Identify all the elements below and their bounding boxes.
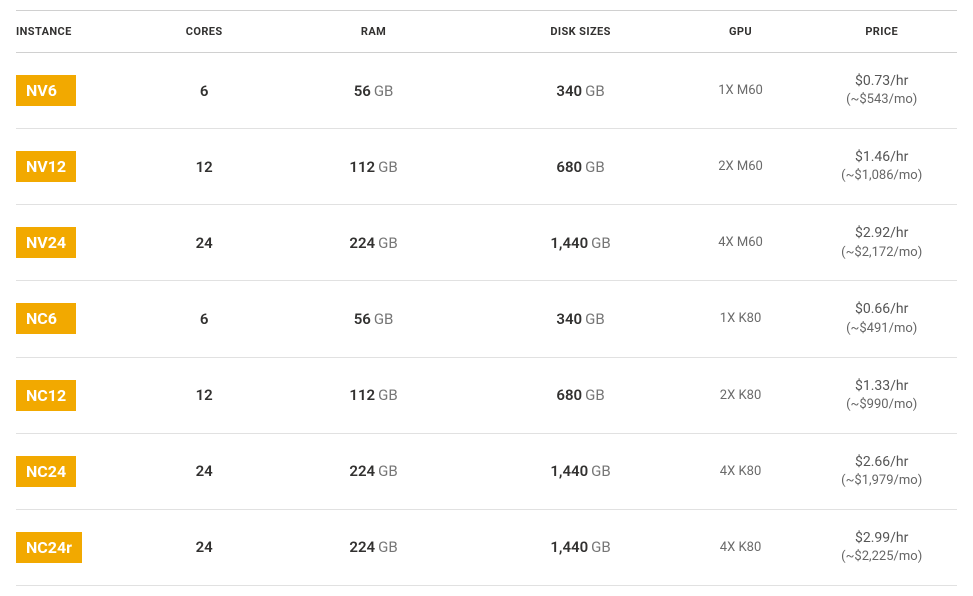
price-monthly: (~$2,225/mo) <box>816 548 947 567</box>
col-header-instance: INSTANCE <box>16 11 148 53</box>
price-monthly: (~$2,172/mo) <box>816 244 947 263</box>
cores-value: 24 <box>196 462 213 480</box>
ram-value: 224 <box>349 234 375 252</box>
disk-value: 340 <box>556 82 582 100</box>
ram-cell: 224GB <box>261 205 487 281</box>
price-monthly: (~$1,979/mo) <box>816 472 947 491</box>
ram-value: 224 <box>349 462 375 480</box>
instance-badge: NV6 <box>16 75 76 106</box>
disk-unit: GB <box>585 158 605 176</box>
gpu-value: 4X M60 <box>675 205 807 281</box>
disk-unit: GB <box>591 462 611 480</box>
ram-value: 56 <box>354 82 371 100</box>
col-header-ram: RAM <box>261 11 487 53</box>
instance-badge: NV24 <box>16 227 76 258</box>
price-cell: $0.73/hr (~$543/mo) <box>806 53 957 129</box>
price-monthly: (~$491/mo) <box>816 320 947 339</box>
disk-value: 1,440 <box>550 538 588 556</box>
instance-badge: NC24r <box>16 532 82 563</box>
price-monthly: (~$990/mo) <box>816 396 947 415</box>
disk-value: 340 <box>556 310 582 328</box>
cores-value: 12 <box>196 386 213 404</box>
disk-unit: GB <box>591 234 611 252</box>
gpu-value: 4X K80 <box>675 433 807 509</box>
price-cell: $1.46/hr (~$1,086/mo) <box>806 129 957 205</box>
ram-unit: GB <box>378 462 398 480</box>
disk-value: 680 <box>556 158 582 176</box>
disk-value: 1,440 <box>550 462 588 480</box>
ram-value: 224 <box>349 538 375 556</box>
disk-cell: 680GB <box>486 129 674 205</box>
disk-unit: GB <box>585 310 605 328</box>
cores-value: 6 <box>200 310 209 328</box>
table-header-row: INSTANCE CORES RAM DISK SIZES GPU PRICE <box>16 11 957 53</box>
cores-value: 12 <box>196 158 213 176</box>
price-hourly: $0.73/hr <box>855 73 908 89</box>
table-row: NV1212112GB680GB2X M60$1.46/hr(~$1,086/m… <box>16 129 957 205</box>
col-header-gpu: GPU <box>675 11 807 53</box>
ram-cell: 56GB <box>261 281 487 357</box>
table-row: NV2424224GB1,440GB4X M60$2.92/hr(~$2,172… <box>16 205 957 281</box>
price-hourly: $2.66/hr <box>855 454 908 470</box>
ram-unit: GB <box>378 234 398 252</box>
price-hourly: $1.33/hr <box>855 378 908 394</box>
price-cell: $2.99/hr (~$2,225/mo) <box>806 509 957 585</box>
cores-value: 6 <box>200 82 209 100</box>
table-row: NC1212112GB680GB2X K80$1.33/hr(~$990/mo) <box>16 357 957 433</box>
gpu-value: 4X K80 <box>675 509 807 585</box>
table-row: NC24r24224GB1,440GB4X K80$2.99/hr(~$2,22… <box>16 509 957 585</box>
ram-unit: GB <box>374 82 394 100</box>
ram-value: 112 <box>349 386 375 404</box>
cores-value: 24 <box>196 538 213 556</box>
price-hourly: $2.92/hr <box>855 225 908 241</box>
table-row: NV6656GB340GB1X M60$0.73/hr(~$543/mo) <box>16 53 957 129</box>
price-cell: $0.66/hr (~$491/mo) <box>806 281 957 357</box>
disk-unit: GB <box>585 82 605 100</box>
disk-cell: 340GB <box>486 53 674 129</box>
disk-cell: 1,440GB <box>486 205 674 281</box>
instance-badge: NC6 <box>16 303 76 334</box>
ram-unit: GB <box>374 310 394 328</box>
ram-value: 56 <box>354 310 371 328</box>
instance-badge: NC24 <box>16 456 76 487</box>
price-cell: $1.33/hr (~$990/mo) <box>806 357 957 433</box>
ram-cell: 112GB <box>261 129 487 205</box>
price-cell: $2.66/hr (~$1,979/mo) <box>806 433 957 509</box>
gpu-value: 2X K80 <box>675 357 807 433</box>
ram-value: 112 <box>349 158 375 176</box>
price-hourly: $1.46/hr <box>855 149 908 165</box>
ram-unit: GB <box>378 538 398 556</box>
instance-badge: NC12 <box>16 380 76 411</box>
table-row: NC6656GB340GB1X K80$0.66/hr(~$491/mo) <box>16 281 957 357</box>
instance-badge: NV12 <box>16 151 76 182</box>
ram-unit: GB <box>378 158 398 176</box>
gpu-value: 1X M60 <box>675 53 807 129</box>
price-hourly: $2.99/hr <box>855 530 908 546</box>
disk-cell: 1,440GB <box>486 509 674 585</box>
col-header-disk: DISK SIZES <box>486 11 674 53</box>
ram-cell: 224GB <box>261 433 487 509</box>
cores-value: 24 <box>196 234 213 252</box>
ram-cell: 112GB <box>261 357 487 433</box>
disk-cell: 1,440GB <box>486 433 674 509</box>
gpu-value: 1X K80 <box>675 281 807 357</box>
ram-cell: 56GB <box>261 53 487 129</box>
disk-cell: 680GB <box>486 357 674 433</box>
pricing-table: INSTANCE CORES RAM DISK SIZES GPU PRICE … <box>16 10 957 586</box>
price-cell: $2.92/hr (~$2,172/mo) <box>806 205 957 281</box>
price-monthly: (~$1,086/mo) <box>816 167 947 186</box>
gpu-value: 2X M60 <box>675 129 807 205</box>
disk-value: 680 <box>556 386 582 404</box>
disk-unit: GB <box>585 386 605 404</box>
price-monthly: (~$543/mo) <box>816 91 947 110</box>
col-header-cores: CORES <box>148 11 261 53</box>
table-row: NC2424224GB1,440GB4X K80$2.66/hr(~$1,979… <box>16 433 957 509</box>
disk-cell: 340GB <box>486 281 674 357</box>
disk-value: 1,440 <box>550 234 588 252</box>
price-hourly: $0.66/hr <box>855 301 908 317</box>
ram-unit: GB <box>378 386 398 404</box>
disk-unit: GB <box>591 538 611 556</box>
col-header-price: PRICE <box>806 11 957 53</box>
ram-cell: 224GB <box>261 509 487 585</box>
